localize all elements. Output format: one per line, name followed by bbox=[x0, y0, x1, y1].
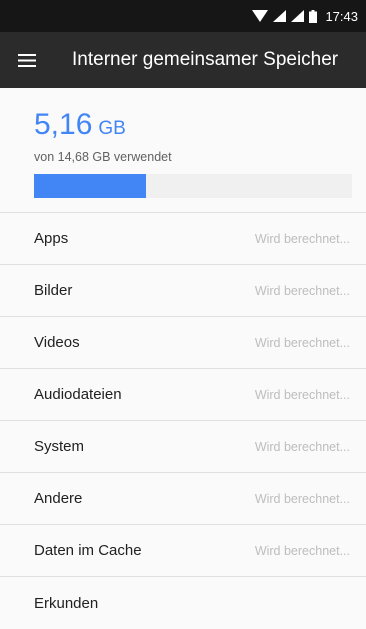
status-icons bbox=[252, 9, 318, 23]
signal-icon bbox=[273, 10, 287, 22]
storage-usage-bar bbox=[34, 174, 352, 198]
status-time: 17:43 bbox=[325, 8, 358, 24]
storage-summary: 5,16 GB von 14,68 GB verwendet bbox=[0, 88, 366, 212]
used-value: 5,16 bbox=[34, 108, 93, 141]
list-item-label: Bilder bbox=[34, 282, 73, 299]
list-item-audio[interactable]: Audiodateien Wird berechnet... bbox=[0, 369, 366, 421]
screen: 17:43 Interner gemeinsamer Speicher 5,16… bbox=[0, 0, 366, 629]
list-item-status: Wird berechnet... bbox=[254, 283, 350, 298]
list-item-videos[interactable]: Videos Wird berechnet... bbox=[0, 317, 366, 369]
storage-subtitle: von 14,68 GB verwendet bbox=[34, 150, 172, 164]
battery-icon bbox=[309, 9, 318, 23]
list-item-label: Andere bbox=[34, 490, 83, 507]
menu-icon bbox=[18, 53, 36, 67]
list-item-other[interactable]: Andere Wird berechnet... bbox=[0, 473, 366, 525]
storage-usage-fill bbox=[34, 174, 146, 198]
list-item-status: Wird berechnet... bbox=[254, 387, 350, 402]
list-item-apps[interactable]: Apps Wird berechnet... bbox=[0, 213, 366, 265]
app-toolbar: Interner gemeinsamer Speicher bbox=[0, 32, 366, 88]
list-item-status: Wird berechnet... bbox=[254, 439, 350, 454]
menu-button[interactable] bbox=[0, 32, 72, 88]
page-title: Interner gemeinsamer Speicher bbox=[72, 49, 339, 70]
list-item-images[interactable]: Bilder Wird berechnet... bbox=[0, 265, 366, 317]
status-bar: 17:43 bbox=[0, 0, 366, 32]
used-storage: 5,16 GB bbox=[34, 108, 348, 146]
signal-icon bbox=[291, 10, 305, 22]
list-item-explore[interactable]: Erkunden bbox=[0, 577, 366, 629]
list-item-label: Audiodateien bbox=[34, 386, 122, 403]
list-item-status: Wird berechnet... bbox=[254, 543, 350, 558]
list-item-label: System bbox=[34, 438, 85, 455]
list-item-label: Videos bbox=[34, 334, 80, 351]
category-list: Apps Wird berechnet... Bilder Wird berec… bbox=[0, 212, 366, 629]
list-item-label: Daten im Cache bbox=[34, 542, 142, 559]
list-item-status: Wird berechnet... bbox=[254, 231, 350, 246]
list-item-status: Wird berechnet... bbox=[254, 491, 350, 506]
wifi-icon bbox=[252, 10, 269, 22]
list-item-system[interactable]: System Wird berechnet... bbox=[0, 421, 366, 473]
used-unit: GB bbox=[98, 118, 126, 139]
list-item-label: Erkunden bbox=[34, 594, 99, 612]
list-item-cached-data[interactable]: Daten im Cache Wird berechnet... bbox=[0, 525, 366, 577]
list-item-status: Wird berechnet... bbox=[254, 335, 350, 350]
list-item-label: Apps bbox=[34, 230, 69, 247]
